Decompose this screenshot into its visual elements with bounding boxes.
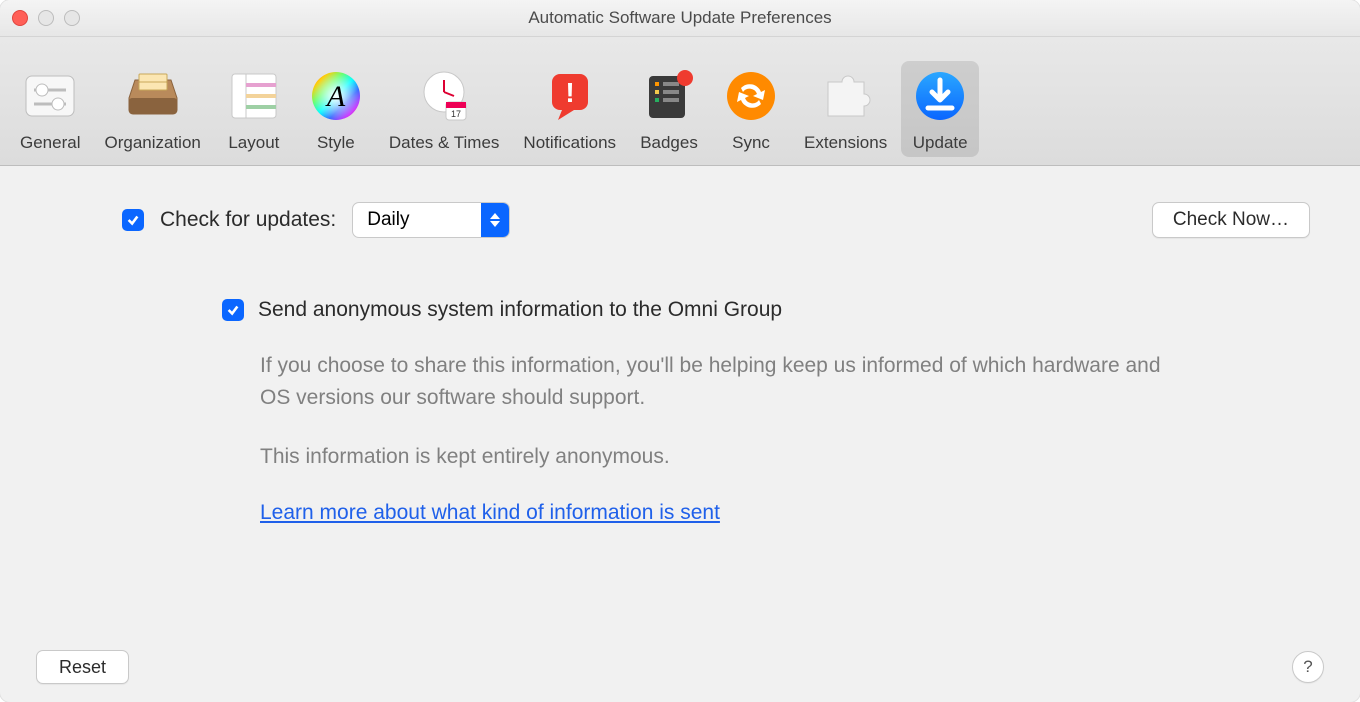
tab-dates-times[interactable]: 17 Dates & Times xyxy=(379,61,510,157)
tab-organization[interactable]: Organization xyxy=(94,61,210,157)
update-frequency-value: Daily xyxy=(353,209,481,231)
svg-text:!: ! xyxy=(565,77,574,108)
sync-icon xyxy=(722,67,780,125)
sliders-icon xyxy=(21,67,79,125)
calendar-clock-icon: 17 xyxy=(415,67,473,125)
puzzle-icon xyxy=(817,67,875,125)
download-icon xyxy=(911,67,969,125)
svg-text:A: A xyxy=(325,80,346,113)
badges-icon xyxy=(640,67,698,125)
window-title: Automatic Software Update Preferences xyxy=(528,8,831,28)
layout-icon xyxy=(225,67,283,125)
tab-style[interactable]: A Style xyxy=(297,61,375,157)
drawer-icon xyxy=(124,67,182,125)
check-updates-label: Check for updates: xyxy=(160,208,336,232)
tab-sync[interactable]: Sync xyxy=(712,61,790,157)
send-info-checkbox[interactable] xyxy=(222,299,244,321)
content-area: Check for updates: Daily Check Now… Send xyxy=(0,166,1360,642)
check-updates-checkbox[interactable] xyxy=(122,209,144,231)
style-icon: A xyxy=(307,67,365,125)
learn-more-link[interactable]: Learn more about what kind of informatio… xyxy=(260,501,720,524)
window-controls xyxy=(12,10,80,26)
preferences-toolbar: General Organization Layout A xyxy=(0,37,1360,166)
zoom-icon[interactable] xyxy=(64,10,80,26)
help-button[interactable]: ? xyxy=(1292,651,1324,683)
notifications-icon: ! xyxy=(541,67,599,125)
titlebar: Automatic Software Update Preferences xyxy=(0,0,1360,37)
tab-extensions[interactable]: Extensions xyxy=(794,61,897,157)
svg-text:17: 17 xyxy=(451,109,461,119)
tab-notifications[interactable]: ! Notifications xyxy=(513,61,626,157)
preferences-window: Automatic Software Update Preferences Ge… xyxy=(0,0,1360,702)
minimize-icon[interactable] xyxy=(38,10,54,26)
tab-update[interactable]: Update xyxy=(901,61,979,157)
reset-button[interactable]: Reset xyxy=(36,650,129,684)
stepper-icon xyxy=(481,203,509,237)
check-now-button[interactable]: Check Now… xyxy=(1152,202,1310,238)
send-info-label: Send anonymous system information to the… xyxy=(258,298,782,322)
tab-general[interactable]: General xyxy=(10,61,90,157)
tab-badges[interactable]: Badges xyxy=(630,61,708,157)
send-info-description: If you choose to share this information,… xyxy=(260,350,1192,473)
close-icon[interactable] xyxy=(12,10,28,26)
footer: Reset ? xyxy=(0,632,1360,702)
tab-layout[interactable]: Layout xyxy=(215,61,293,157)
update-frequency-select[interactable]: Daily xyxy=(352,202,510,238)
